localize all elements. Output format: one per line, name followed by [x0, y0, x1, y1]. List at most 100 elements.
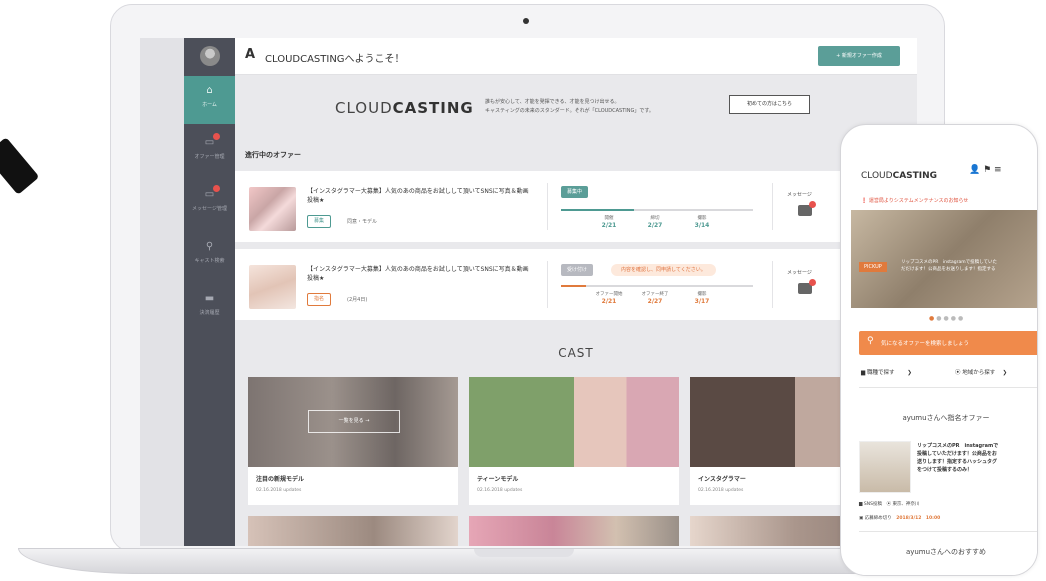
offer-tag: 募集: [307, 215, 332, 228]
carousel-caption: リップコスメのPR instagramで投稿していた だだけます！公商品をお送り…: [901, 259, 997, 273]
phone-header-icons[interactable]: 👤 ⚑ ≡: [969, 165, 1002, 175]
offer-tag: 指名: [307, 293, 332, 306]
maintenance-alert[interactable]: ❗ 運営局よりシステムメンテナンスのお知らせ: [861, 197, 968, 204]
logo-light-text: CLOUD: [861, 171, 893, 181]
pickup-badge: PICKUP: [859, 262, 887, 272]
offer-title[interactable]: 【インスタグラマー大募集】人気のあの商品をお試しして頂いてSNSに写真＆動画投稿…: [307, 187, 529, 205]
stage-date: 2/27: [647, 222, 663, 229]
filter-by-genre[interactable]: ▆ 職種で探す ❯: [861, 362, 912, 384]
stage-date: 3/14: [694, 222, 710, 229]
offer-meta-row: ▣ 応募締め切り 2018/3/12 10:00: [859, 516, 941, 521]
pen-decoration: [0, 137, 40, 195]
divider: [547, 261, 548, 308]
caption-line: リップコスメのPR instagramで投稿していた: [901, 260, 998, 265]
filter-label: 職種で探す: [866, 370, 895, 376]
progress-track: [561, 209, 753, 211]
divider: [547, 183, 548, 230]
main-content: A CLOUDCASTINGへようこそ！ + 新規オファー作成 CLOUDCAS…: [235, 38, 917, 546]
browser-margin: [140, 38, 184, 546]
offer-thumbnail[interactable]: [859, 441, 911, 493]
offers-section-title: 進行中のオファー: [245, 151, 301, 159]
cast-photo[interactable]: [469, 377, 679, 467]
welcome-banner: CLOUDCASTING 誰もが安心して、才能を発揮できる、才能を見つけ出せる。…: [235, 75, 917, 141]
warning-pill: 内容を確認し、同申請してください。: [611, 264, 716, 276]
home-icon: ⌂: [206, 85, 213, 96]
offer-card[interactable]: 【インスタグラマー大募集】人気のあの商品をお試しして頂いてSNSに写真＆動画投稿…: [235, 249, 917, 320]
offer-icon: ▭: [204, 137, 215, 148]
cast-card-label: インスタグラマー: [698, 476, 746, 483]
status-badge: 募集中: [561, 186, 589, 198]
carousel-dots[interactable]: ●●●●●: [929, 315, 965, 322]
divider: [772, 183, 773, 230]
sidebar-item-label: オファー管理: [194, 154, 225, 160]
offer-text-line: 投稿していただけます！公商品をお: [917, 451, 997, 457]
sidebar-item-payments[interactable]: ▬ 決済履歴: [184, 284, 235, 332]
caption-line: だだけます！公商品をお送りします！指定する: [901, 267, 996, 272]
cast-card-date: 02.16.2018 updates: [698, 488, 744, 493]
progress-fill: [561, 209, 634, 211]
sidebar-item-label: ホーム: [202, 102, 217, 108]
sidebar-item-home[interactable]: ⌂ ホーム: [184, 76, 235, 124]
phone-screen: CLOUDCASTING 👤 ⚑ ≡ ❗ 運営局よりシステムメンテナンスのお知ら…: [851, 155, 1037, 575]
search-input[interactable]: 気になるオファーを検索しましょう: [881, 339, 969, 347]
first-time-button[interactable]: 初めての方はこちら: [729, 95, 810, 114]
sidebar-item-label: キャスト検索: [194, 258, 225, 264]
logo-mark: A: [245, 47, 256, 62]
offer-text-line: リップコスメのPR instagramで: [917, 443, 999, 449]
cast-card-date: 02.16.2018 updates: [256, 488, 302, 493]
phone-mockup: CLOUDCASTING 👤 ⚑ ≡ ❗ 運営局よりシステムメンテナンスのお知ら…: [840, 124, 1038, 576]
deadline-date: 2018/3/12 10:00: [896, 516, 941, 521]
camera-dot: [523, 18, 529, 24]
notification-badge: [213, 185, 220, 192]
stage-label: オファー開始: [595, 292, 623, 297]
laptop-notch: [474, 549, 574, 557]
device-mockup-scene: ⌂ ホーム ▭ オファー管理 ▭ メッセージ管理 ⚲ キャスト検索 ▬ 決済履歴: [0, 0, 1046, 581]
logo-bold-text: CASTING: [892, 171, 938, 181]
cast-card-partial[interactable]: [248, 516, 458, 546]
phone-brand-logo: CLOUDCASTING: [861, 171, 937, 181]
stage-label: オファー終了: [641, 292, 669, 297]
offer-location: 東京、神奈川: [892, 502, 920, 507]
offer-category: SNS投稿: [863, 502, 882, 507]
cast-card-new-models[interactable]: 一覧を見る → 注目の新規モデル 02.16.2018 updates: [248, 377, 458, 505]
offer-card[interactable]: 【インスタグラマー大募集】人気のあの商品をお試しして頂いてSNSに写真＆動画投稿…: [235, 171, 917, 242]
deadline-label: 応募締め切り: [864, 516, 892, 521]
payment-icon: ▬: [204, 293, 215, 304]
banner-text-line: 誰もが安心して、才能を発揮できる、才能を見つけ出せる。: [485, 99, 620, 105]
offer-text-line: をつけて投稿するのみ！: [917, 467, 973, 473]
page-title: CLOUDCASTINGへようこそ！: [265, 54, 405, 65]
cast-card-label: 注目の新規モデル: [256, 476, 305, 483]
cast-card-date: 02.16.2018 updates: [477, 488, 523, 493]
sidebar-item-offers[interactable]: ▭ オファー管理: [184, 128, 235, 176]
filter-by-area[interactable]: ⦿ 地域から探す ❯: [955, 362, 1007, 384]
divider: [859, 531, 1037, 532]
offer-title[interactable]: 【インスタグラマー大募集】人気のあの商品をお試しして頂いてSNSに写真＆動画投稿…: [307, 265, 529, 283]
sidebar-item-label: メッセージ管理: [192, 206, 227, 212]
search-icon: ⚲: [867, 336, 874, 346]
avatar[interactable]: [200, 46, 220, 66]
offer-subtitle: 同意・モデル: [347, 219, 378, 225]
stage-label: 撮影: [697, 292, 707, 297]
message-icon: ▭: [204, 189, 215, 200]
cast-card-teen-models[interactable]: ティーンモデル 02.16.2018 updates: [469, 377, 679, 505]
offer-thumbnail[interactable]: [249, 265, 296, 309]
offer-meta-row: ▆ SNS投稿 ⦿ 東京、神奈川: [859, 502, 920, 507]
sidebar-item-cast-search[interactable]: ⚲ キャスト検索: [184, 232, 235, 280]
offer-search-bar[interactable]: ⚲ 気になるオファーを検索しましょう: [859, 331, 1037, 355]
cast-card-partial[interactable]: [469, 516, 679, 546]
filter-label: 地域から探す: [962, 370, 996, 376]
recommend-title: ayumuさんへのおすすめ: [905, 548, 987, 556]
laptop-screen: ⌂ ホーム ▭ オファー管理 ▭ メッセージ管理 ⚲ キャスト検索 ▬ 決済履歴: [140, 38, 917, 546]
cast-photo[interactable]: 一覧を見る →: [248, 377, 458, 467]
notification-badge: [809, 279, 816, 286]
offer-thumbnail[interactable]: [249, 187, 296, 231]
see-all-button[interactable]: 一覧を見る →: [308, 410, 400, 433]
stage-label: 締切: [650, 216, 660, 221]
sidebar-item-messages[interactable]: ▭ メッセージ管理: [184, 180, 235, 228]
stage-date: 2/27: [647, 298, 663, 305]
new-offer-button[interactable]: + 新規オファー作成: [818, 46, 900, 66]
stage-label: 撮影: [697, 216, 707, 221]
stage-date: 2/21: [601, 298, 617, 305]
banner-text-line: キャスティングの未来のスタンダード。それが「CLOUDCASTING」です。: [485, 108, 654, 114]
offer-description[interactable]: リップコスメのPR instagramで 投稿していただけます！公商品をお 送り…: [917, 442, 998, 474]
